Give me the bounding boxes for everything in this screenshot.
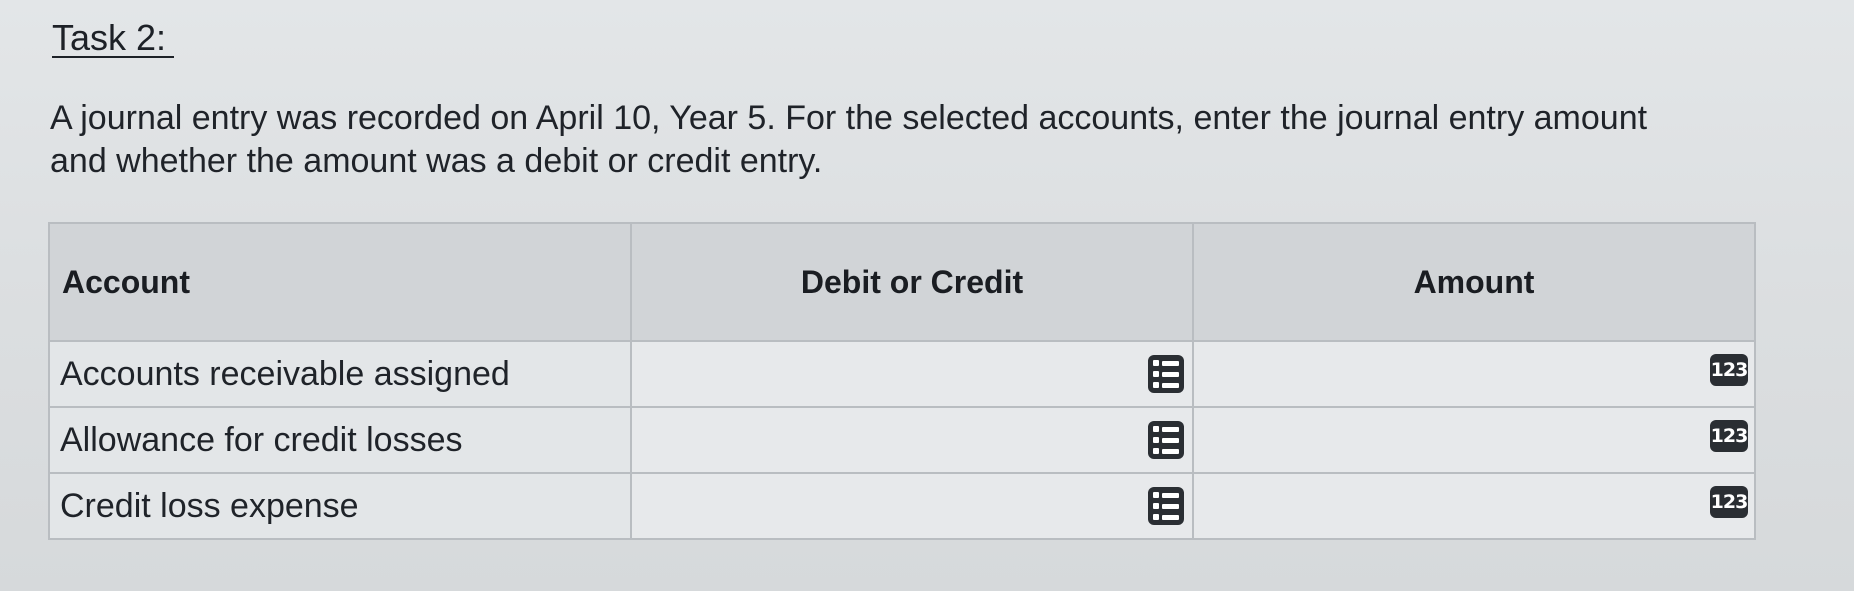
list-line xyxy=(1153,503,1179,509)
list-bar xyxy=(1162,382,1179,388)
table-row: Credit loss expense 123 xyxy=(48,472,1756,540)
table-row: Allowance for credit losses 123 xyxy=(48,406,1756,474)
list-line xyxy=(1153,437,1179,443)
amount-input[interactable]: 123 xyxy=(1192,472,1756,540)
amount-input[interactable]: 123 xyxy=(1192,406,1756,474)
list-bar xyxy=(1162,514,1179,520)
column-header-amount: Amount xyxy=(1192,222,1756,342)
list-select-icon[interactable] xyxy=(1148,487,1184,525)
list-bullet xyxy=(1153,492,1159,498)
numeric-input-icon[interactable]: 123 xyxy=(1710,486,1748,518)
numeric-input-icon[interactable]: 123 xyxy=(1710,354,1748,386)
table-row: Accounts receivable assigned 123 xyxy=(48,340,1756,408)
list-bullet xyxy=(1153,448,1159,454)
debit-or-credit-select[interactable] xyxy=(630,340,1194,408)
debit-or-credit-select[interactable] xyxy=(630,406,1194,474)
task-title: Task 2: xyxy=(52,17,167,58)
list-bullet xyxy=(1153,382,1159,388)
list-bullet xyxy=(1153,503,1159,509)
list-bar xyxy=(1162,503,1179,509)
table-header-row: Account Debit or Credit Amount xyxy=(48,222,1756,342)
list-bar xyxy=(1162,360,1179,366)
account-name-cell: Credit loss expense xyxy=(48,472,632,540)
list-line xyxy=(1153,492,1179,498)
list-bullet xyxy=(1153,437,1159,443)
debit-or-credit-select[interactable] xyxy=(630,472,1194,540)
list-bullet xyxy=(1153,426,1159,432)
list-bar xyxy=(1162,371,1179,377)
journal-entry-table: Account Debit or Credit Amount Accounts … xyxy=(48,222,1756,540)
account-name-cell: Accounts receivable assigned xyxy=(48,340,632,408)
list-line xyxy=(1153,426,1179,432)
task-instructions: A journal entry was recorded on April 10… xyxy=(50,99,1648,180)
list-line xyxy=(1153,371,1179,377)
list-bullet xyxy=(1153,371,1159,377)
list-bar xyxy=(1162,426,1179,432)
amount-input[interactable]: 123 xyxy=(1192,340,1756,408)
list-select-icon[interactable] xyxy=(1148,421,1184,459)
list-line xyxy=(1153,514,1179,520)
list-line xyxy=(1153,360,1179,366)
list-bullet xyxy=(1153,514,1159,520)
numeric-input-icon[interactable]: 123 xyxy=(1710,420,1748,452)
list-bar xyxy=(1162,448,1179,454)
task-title-underline xyxy=(52,56,174,58)
list-select-icon[interactable] xyxy=(1148,355,1184,393)
list-bar xyxy=(1162,437,1179,443)
list-line xyxy=(1153,448,1179,454)
column-header-account: Account xyxy=(48,222,632,342)
column-header-debit-or-credit: Debit or Credit xyxy=(630,222,1194,342)
list-line xyxy=(1153,382,1179,388)
account-name-cell: Allowance for credit losses xyxy=(48,406,632,474)
list-bar xyxy=(1162,492,1179,498)
list-bullet xyxy=(1153,360,1159,366)
